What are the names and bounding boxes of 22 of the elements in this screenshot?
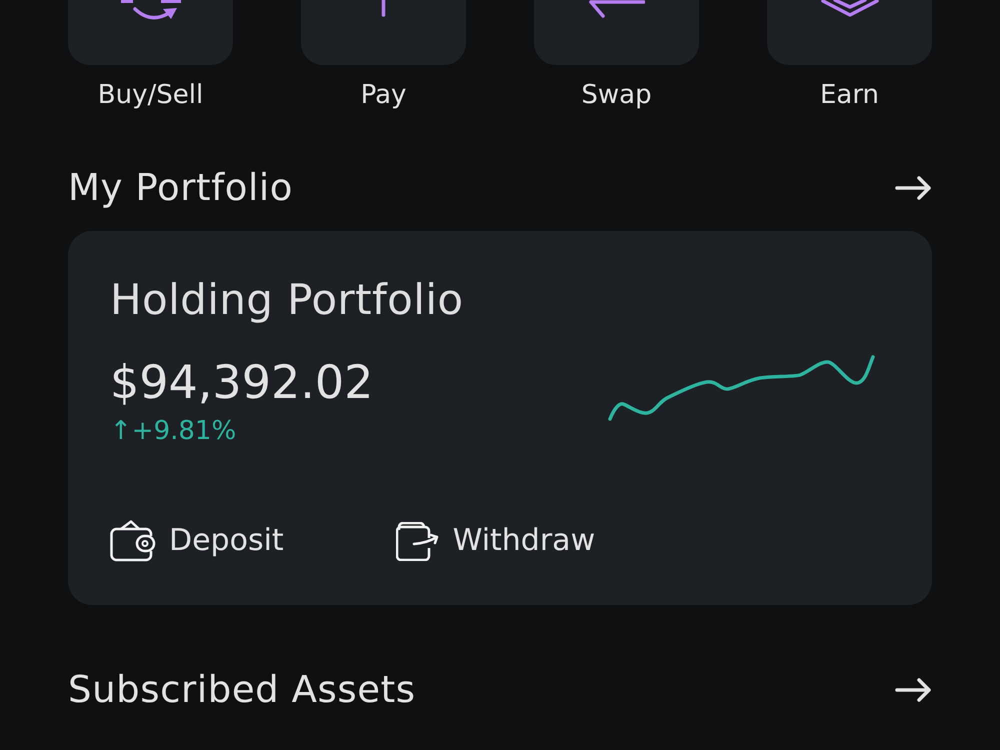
card-title: Holding Portfolio xyxy=(110,277,464,323)
right-arrow-icon[interactable] xyxy=(895,176,932,200)
quick-action-button[interactable] xyxy=(534,0,699,65)
curved-arrow-icon xyxy=(120,0,180,22)
line-icon xyxy=(381,0,386,17)
withdraw-button[interactable]: Withdraw xyxy=(396,519,596,563)
balance-amount: $94,392.02 xyxy=(110,355,374,409)
section-title: My Portfolio xyxy=(68,168,293,208)
deposit-button[interactable]: Deposit xyxy=(110,519,284,563)
quick-action-label: Pay xyxy=(360,79,406,111)
right-arrow-icon[interactable] xyxy=(895,678,932,702)
wallet-arrow-icon xyxy=(396,522,440,560)
layers-icon xyxy=(820,0,878,17)
quick-action-label: Buy/Sell xyxy=(98,79,204,111)
quick-action-label: Swap xyxy=(581,79,652,111)
quick-action-button[interactable] xyxy=(767,0,932,65)
left-arrow-icon xyxy=(588,0,645,18)
section-title: Subscribed Assets xyxy=(68,670,416,710)
wallet-icon xyxy=(110,520,156,562)
change-percent: ↑+9.81% xyxy=(110,416,236,446)
quick-action-label: Earn xyxy=(820,79,880,111)
quick-action-button[interactable] xyxy=(68,0,233,65)
